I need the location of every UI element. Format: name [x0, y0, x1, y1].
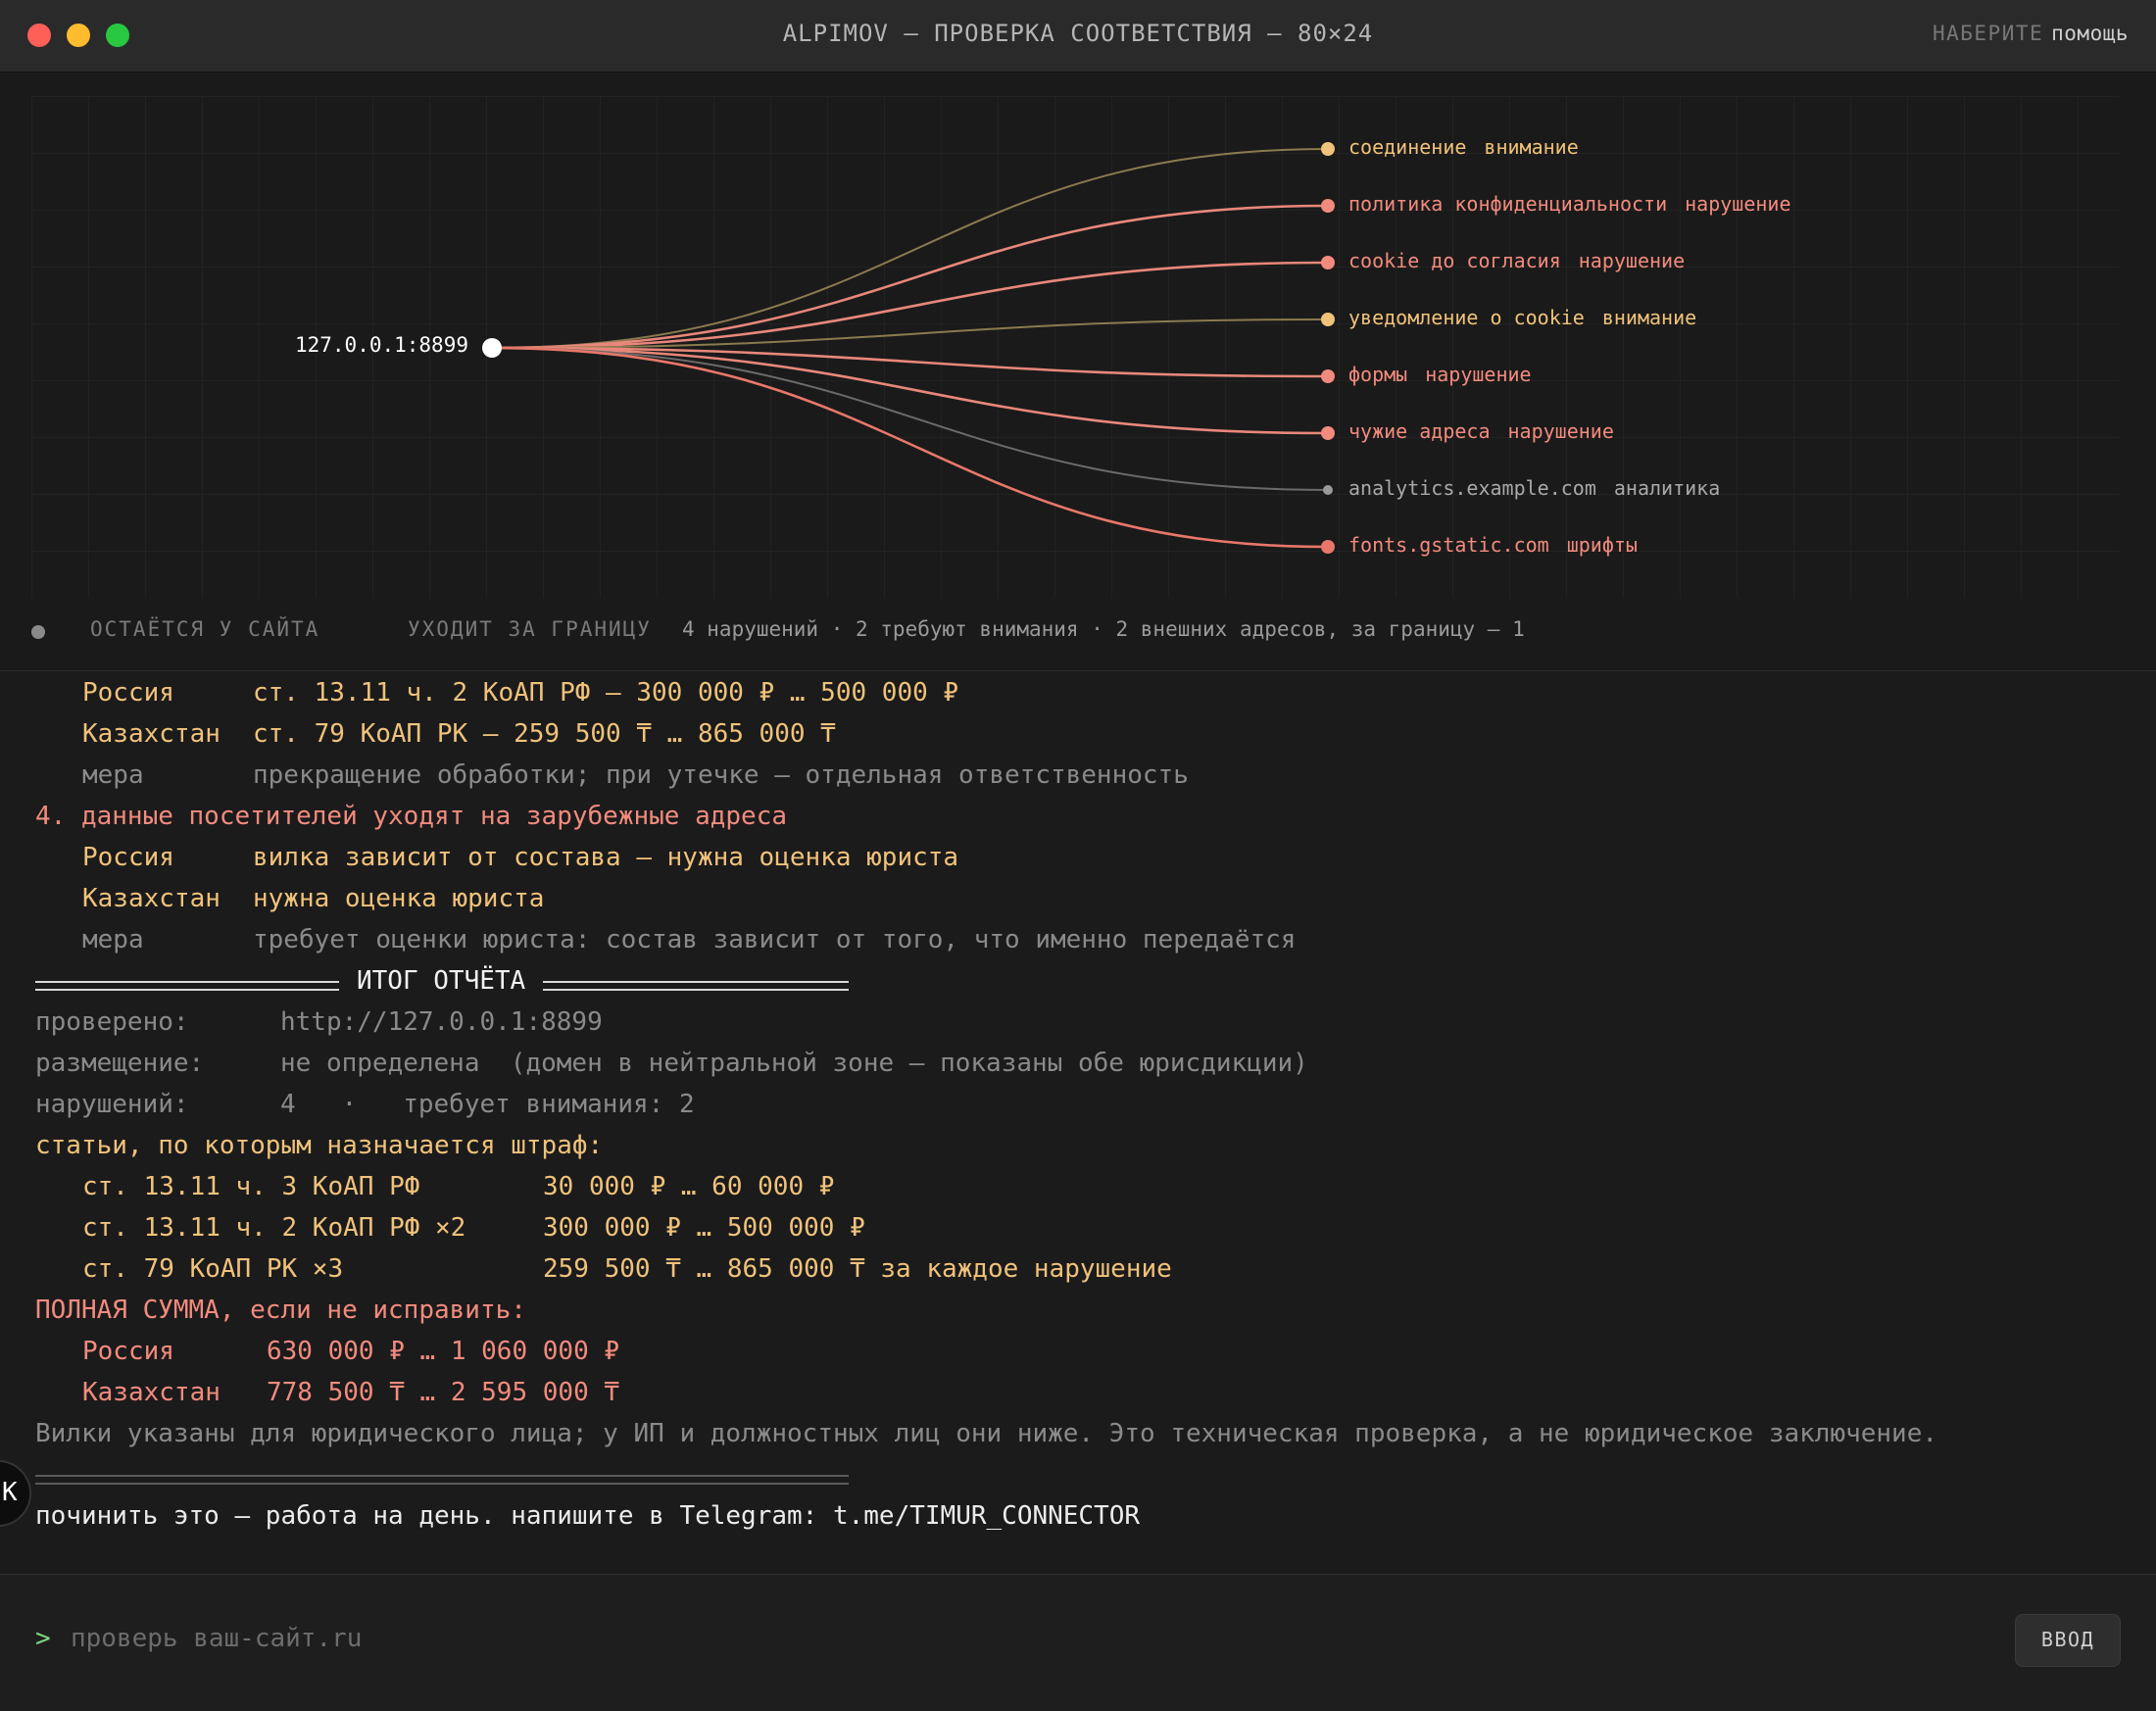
- legend-leaves: УХОДИТ ЗА ГРАНИЦУ: [408, 617, 652, 641]
- window-title: ALPIMOV — ПРОВЕРКА СООТВЕТСТВИЯ — 80×24: [782, 20, 1374, 47]
- item3-measure: мера прекращение обработки; при утечке — …: [82, 760, 1189, 790]
- node-dot[interactable]: [1321, 369, 1335, 383]
- article-row: ст. 13.11 ч. 3 КоАП РФ 30 000 ₽ … 60 000 …: [82, 1172, 835, 1201]
- item3-russia: Россия ст. 13.11 ч. 2 КоАП РФ — 300 000 ₽…: [82, 678, 959, 708]
- summary-rule-right: [543, 981, 849, 991]
- enter-button[interactable]: ВВОД: [2015, 1614, 2121, 1667]
- legend-summary: 4 нарушений · 2 требуют внимания · 2 вне…: [682, 617, 1525, 641]
- node-name: уведомление о cookie: [1348, 306, 1585, 329]
- article-row: ст. 13.11 ч. 2 КоАП РФ ×2 300 000 ₽ … 500…: [82, 1213, 865, 1243]
- total-row: Казахстан 778 500 ₸ … 2 595 000 ₸: [82, 1378, 620, 1407]
- node-name: соединение: [1348, 135, 1467, 159]
- command-input[interactable]: [71, 1618, 1933, 1659]
- violations-row: нарушений: 4 · требует внимания: 2: [35, 1090, 695, 1119]
- item4-russia: Россия вилка зависит от состава — нужна о…: [82, 843, 959, 872]
- node-status: аналитика: [1613, 476, 1721, 500]
- node-dot[interactable]: [1321, 313, 1335, 326]
- node-name: чужие адреса: [1348, 419, 1491, 443]
- total-row: Россия 630 000 ₽ … 1 060 000 ₽: [82, 1337, 620, 1366]
- item4-kazakhstan: Казахстан нужна оценка юриста: [82, 884, 545, 913]
- node-name: analytics.example.com: [1348, 476, 1596, 500]
- graph-legend: ОСТАЁТСЯ У САЙТА УХОДИТ ЗА ГРАНИЦУ 4 нар…: [0, 613, 2156, 653]
- node-dot[interactable]: [1321, 426, 1335, 440]
- prompt-symbol: >: [35, 1624, 51, 1653]
- node-name: формы: [1348, 363, 1408, 386]
- node-name: политика конфиденциальности: [1348, 192, 1668, 216]
- flow-line: [491, 347, 1329, 491]
- origin-node[interactable]: [482, 338, 502, 358]
- item3-kazakhstan: Казахстан ст. 79 КоАП РК — 259 500 ₸ … 86…: [82, 719, 836, 749]
- node-dot[interactable]: [1321, 540, 1335, 554]
- summary-bottom-rule: [35, 1475, 849, 1485]
- node-status: нарушение: [1425, 363, 1532, 386]
- terminal-window: ALPIMOV — ПРОВЕРКА СООТВЕТСТВИЯ — 80×24 …: [0, 0, 2156, 1711]
- summary-title: ИТОГ ОТЧЁТА: [357, 966, 526, 996]
- terminal-output: Россия ст. 13.11 ч. 2 КоАП РФ — 300 000 ₽…: [0, 672, 2156, 1574]
- node-dot[interactable]: [1321, 142, 1335, 156]
- node-status: шрифты: [1566, 533, 1638, 557]
- node-label[interactable]: analytics.example.com аналитика: [1348, 476, 1720, 500]
- data-flow-graph: 127.0.0.1:8899 соединение внимание политик…: [0, 73, 2156, 671]
- node-label[interactable]: уведомление о cookie внимание: [1348, 306, 1696, 329]
- node-label[interactable]: соединение внимание: [1348, 135, 1579, 159]
- node-status: внимание: [1484, 135, 1579, 159]
- node-name: cookie до согласия: [1348, 249, 1561, 272]
- node-label[interactable]: cookie до согласия нарушение: [1348, 249, 1685, 272]
- node-status: нарушение: [1578, 249, 1686, 272]
- node-label[interactable]: fonts.gstatic.com шрифты: [1348, 533, 1638, 557]
- help-hint-prefix: НАБЕРИТЕ: [1932, 22, 2044, 45]
- help-hint: НАБЕРИТЕ помощь: [1933, 22, 2129, 45]
- node-dot[interactable]: [1321, 199, 1335, 213]
- node-label[interactable]: чужие адреса нарушение: [1348, 419, 1614, 443]
- articles-title: статьи, по которым назначается штраф:: [35, 1131, 604, 1160]
- node-label[interactable]: формы нарушение: [1348, 363, 1532, 386]
- summary-rule-left: [35, 981, 339, 991]
- node-status: нарушение: [1685, 192, 1791, 216]
- node-status: нарушение: [1507, 419, 1614, 443]
- flow-line: [491, 148, 1329, 349]
- title-bar: ALPIMOV — ПРОВЕРКА СООТВЕТСТВИЯ — 80×24 …: [0, 0, 2156, 73]
- article-row: ст. 79 КоАП РК ×3 259 500 ₸ … 865 000 ₸ з…: [82, 1254, 1172, 1284]
- node-status: внимание: [1601, 306, 1697, 329]
- node-dot[interactable]: [1323, 485, 1333, 495]
- flow-lines: [482, 142, 1335, 554]
- node-dot[interactable]: [1321, 256, 1335, 269]
- placement-row: размещение: не определена (домен в нейтра…: [35, 1049, 1308, 1078]
- node-label[interactable]: политика конфиденциальности нарушение: [1348, 192, 1790, 216]
- command-bar: > ВВОД: [0, 1574, 2156, 1711]
- contact-cta[interactable]: починить это — работа на день. напишите …: [35, 1495, 1140, 1537]
- legend-stays: ОСТАЁТСЯ У САЙТА: [90, 617, 320, 641]
- item4-measure: мера требует оценки юриста: состав зависи…: [82, 925, 1297, 954]
- total-title: ПОЛНАЯ СУММА, если не исправить:: [35, 1295, 526, 1325]
- disclaimer: Вилки указаны для юридического лица; у И…: [35, 1419, 1938, 1448]
- item4-title: 4. данные посетителей уходят на зарубежн…: [35, 802, 788, 831]
- node-name: fonts.gstatic.com: [1348, 533, 1549, 557]
- flow-line: [491, 204, 1329, 350]
- legend-dot-icon: [31, 625, 45, 639]
- origin-label: 127.0.0.1:8899: [294, 333, 468, 357]
- flow-line: [491, 346, 1329, 549]
- checked-row: проверено: http://127.0.0.1:8899: [35, 1007, 603, 1037]
- help-command[interactable]: помощь: [2051, 22, 2129, 45]
